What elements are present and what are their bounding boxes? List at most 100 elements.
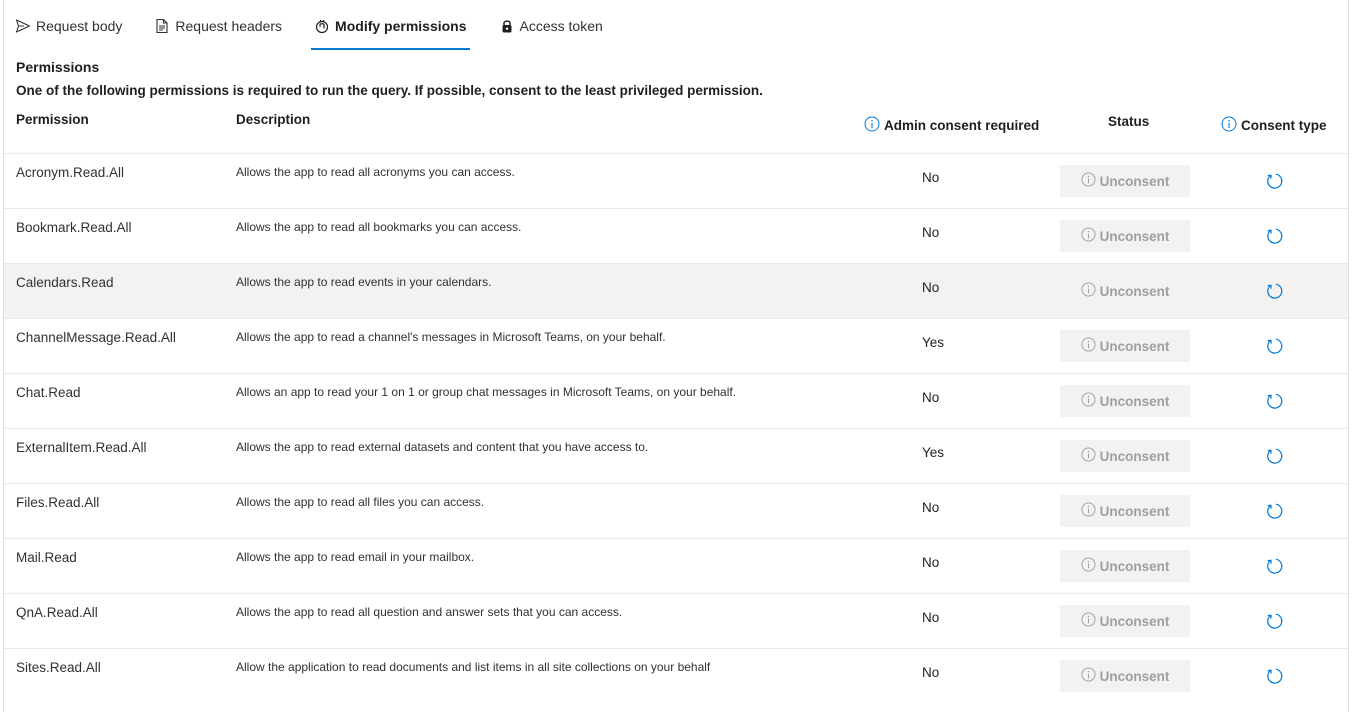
info-icon (1081, 337, 1096, 355)
unconsent-button-label: Unconsent (1099, 393, 1170, 409)
permission-description: Allows the app to read all files you can… (236, 495, 485, 509)
table-row[interactable]: Calendars.Read Allows the app to read ev… (4, 263, 1348, 318)
info-icon (1081, 502, 1096, 520)
admin-consent-value: No (922, 555, 940, 570)
unconsent-button-label: Unconsent (1099, 338, 1170, 354)
refresh-icon[interactable] (1266, 502, 1284, 520)
permission-description: Allows the app to read email in your mai… (236, 550, 475, 564)
tab-request-headers[interactable]: Request headers (151, 0, 285, 52)
column-header-label: Admin consent required (884, 118, 1040, 133)
unconsent-button[interactable]: Unconsent (1060, 275, 1190, 307)
column-header-permission: Permission (16, 112, 89, 127)
unconsent-button[interactable]: Unconsent (1060, 495, 1190, 527)
permission-description: Allows the app to read events in your ca… (236, 275, 492, 289)
permissions-table: Acronym.Read.All Allows the app to read … (4, 153, 1348, 703)
tab-label: Request body (36, 18, 123, 34)
admin-consent-value: No (922, 225, 940, 240)
refresh-icon[interactable] (1266, 282, 1284, 300)
permission-name: Files.Read.All (16, 495, 100, 510)
column-header-description: Description (236, 112, 310, 127)
permission-name: Bookmark.Read.All (16, 220, 132, 235)
admin-consent-value: Yes (922, 335, 945, 350)
refresh-icon[interactable] (1266, 612, 1284, 630)
permission-description: Allows the app to read all bookmarks you… (236, 220, 522, 234)
tab-label: Access token (519, 18, 603, 34)
permission-description: Allows the app to read all acronyms you … (236, 165, 515, 179)
info-icon[interactable] (864, 116, 880, 135)
table-row[interactable]: Bookmark.Read.All Allows the app to read… (4, 208, 1348, 263)
column-header-consent-type: Consent type (1221, 116, 1327, 135)
table-row[interactable]: QnA.Read.All Allows the app to read all … (4, 593, 1348, 648)
lock-icon (499, 18, 515, 34)
info-icon (1081, 447, 1096, 465)
tab-modify-permissions[interactable]: Modify permissions (311, 0, 470, 52)
refresh-icon[interactable] (1266, 667, 1284, 685)
unconsent-button[interactable]: Unconsent (1060, 165, 1190, 197)
column-header-label: Permission (16, 112, 89, 127)
unconsent-button[interactable]: Unconsent (1060, 660, 1190, 692)
column-header-label: Consent type (1241, 118, 1327, 133)
table-row[interactable]: Acronym.Read.All Allows the app to read … (4, 153, 1348, 208)
admin-consent-value: No (922, 665, 940, 680)
info-icon (1081, 282, 1096, 300)
permission-description: Allows the app to read all question and … (236, 605, 623, 619)
permission-name: Calendars.Read (16, 275, 114, 290)
admin-consent-value: No (922, 610, 940, 625)
table-row[interactable]: Sites.Read.All Allow the application to … (4, 648, 1348, 703)
table-row[interactable]: Files.Read.All Allows the app to read al… (4, 483, 1348, 538)
refresh-icon[interactable] (1266, 337, 1284, 355)
table-row[interactable]: Mail.Read Allows the app to read email i… (4, 538, 1348, 593)
unconsent-button-label: Unconsent (1099, 173, 1170, 189)
tab-bar: Request body Request headers Modify perm… (12, 0, 632, 52)
refresh-icon[interactable] (1266, 392, 1284, 410)
unconsent-button-label: Unconsent (1099, 668, 1170, 684)
admin-consent-value: No (922, 390, 940, 405)
permission-name: ChannelMessage.Read.All (16, 330, 176, 345)
unconsent-button[interactable]: Unconsent (1060, 550, 1190, 582)
unconsent-button-label: Unconsent (1099, 503, 1170, 519)
unconsent-button[interactable]: Unconsent (1060, 440, 1190, 472)
unconsent-button[interactable]: Unconsent (1060, 330, 1190, 362)
unconsent-button-label: Unconsent (1099, 558, 1170, 574)
table-row[interactable]: ExternalItem.Read.All Allows the app to … (4, 428, 1348, 483)
section-title: Permissions (16, 59, 100, 75)
info-icon (1081, 667, 1096, 685)
permission-description: Allows the app to read a channel's messa… (236, 330, 666, 344)
refresh-icon[interactable] (1266, 172, 1284, 190)
unconsent-button-label: Unconsent (1099, 228, 1170, 244)
column-header-status: Status (1108, 114, 1149, 129)
column-header-label: Description (236, 112, 311, 127)
permission-name: Sites.Read.All (16, 660, 101, 675)
permission-name: Chat.Read (16, 385, 81, 400)
tab-label: Modify permissions (335, 18, 467, 34)
permission-name: Acronym.Read.All (16, 165, 125, 180)
table-row[interactable]: Chat.Read Allows an app to read your 1 o… (4, 373, 1348, 428)
refresh-icon[interactable] (1266, 557, 1284, 575)
info-icon (1081, 392, 1096, 410)
info-icon[interactable] (1221, 116, 1237, 135)
unconsent-button-label: Unconsent (1099, 613, 1170, 629)
send-icon (15, 18, 31, 34)
unconsent-button[interactable]: Unconsent (1060, 605, 1190, 637)
document-header-icon (154, 18, 170, 34)
refresh-icon[interactable] (1266, 447, 1284, 465)
info-icon (1081, 227, 1096, 245)
tab-label: Request headers (175, 18, 283, 34)
permission-name: Mail.Read (16, 550, 77, 565)
permission-description: Allows the app to read external datasets… (236, 440, 649, 454)
unconsent-button-label: Unconsent (1099, 283, 1170, 299)
unconsent-button[interactable]: Unconsent (1060, 220, 1190, 252)
unconsent-button[interactable]: Unconsent (1060, 385, 1190, 417)
admin-consent-value: No (922, 500, 940, 515)
tab-request-body[interactable]: Request body (12, 0, 125, 52)
refresh-icon[interactable] (1266, 227, 1284, 245)
column-header-label: Status (1108, 114, 1150, 129)
shield-hand-icon (314, 18, 330, 34)
column-header-admin-consent: Admin consent required (864, 116, 1039, 135)
admin-consent-value: No (922, 280, 940, 295)
permission-description: Allow the application to read documents … (236, 660, 711, 674)
tab-access-token[interactable]: Access token (496, 0, 606, 52)
table-row[interactable]: ChannelMessage.Read.All Allows the app t… (4, 318, 1348, 373)
info-icon (1081, 612, 1096, 630)
admin-consent-value: No (922, 170, 940, 185)
